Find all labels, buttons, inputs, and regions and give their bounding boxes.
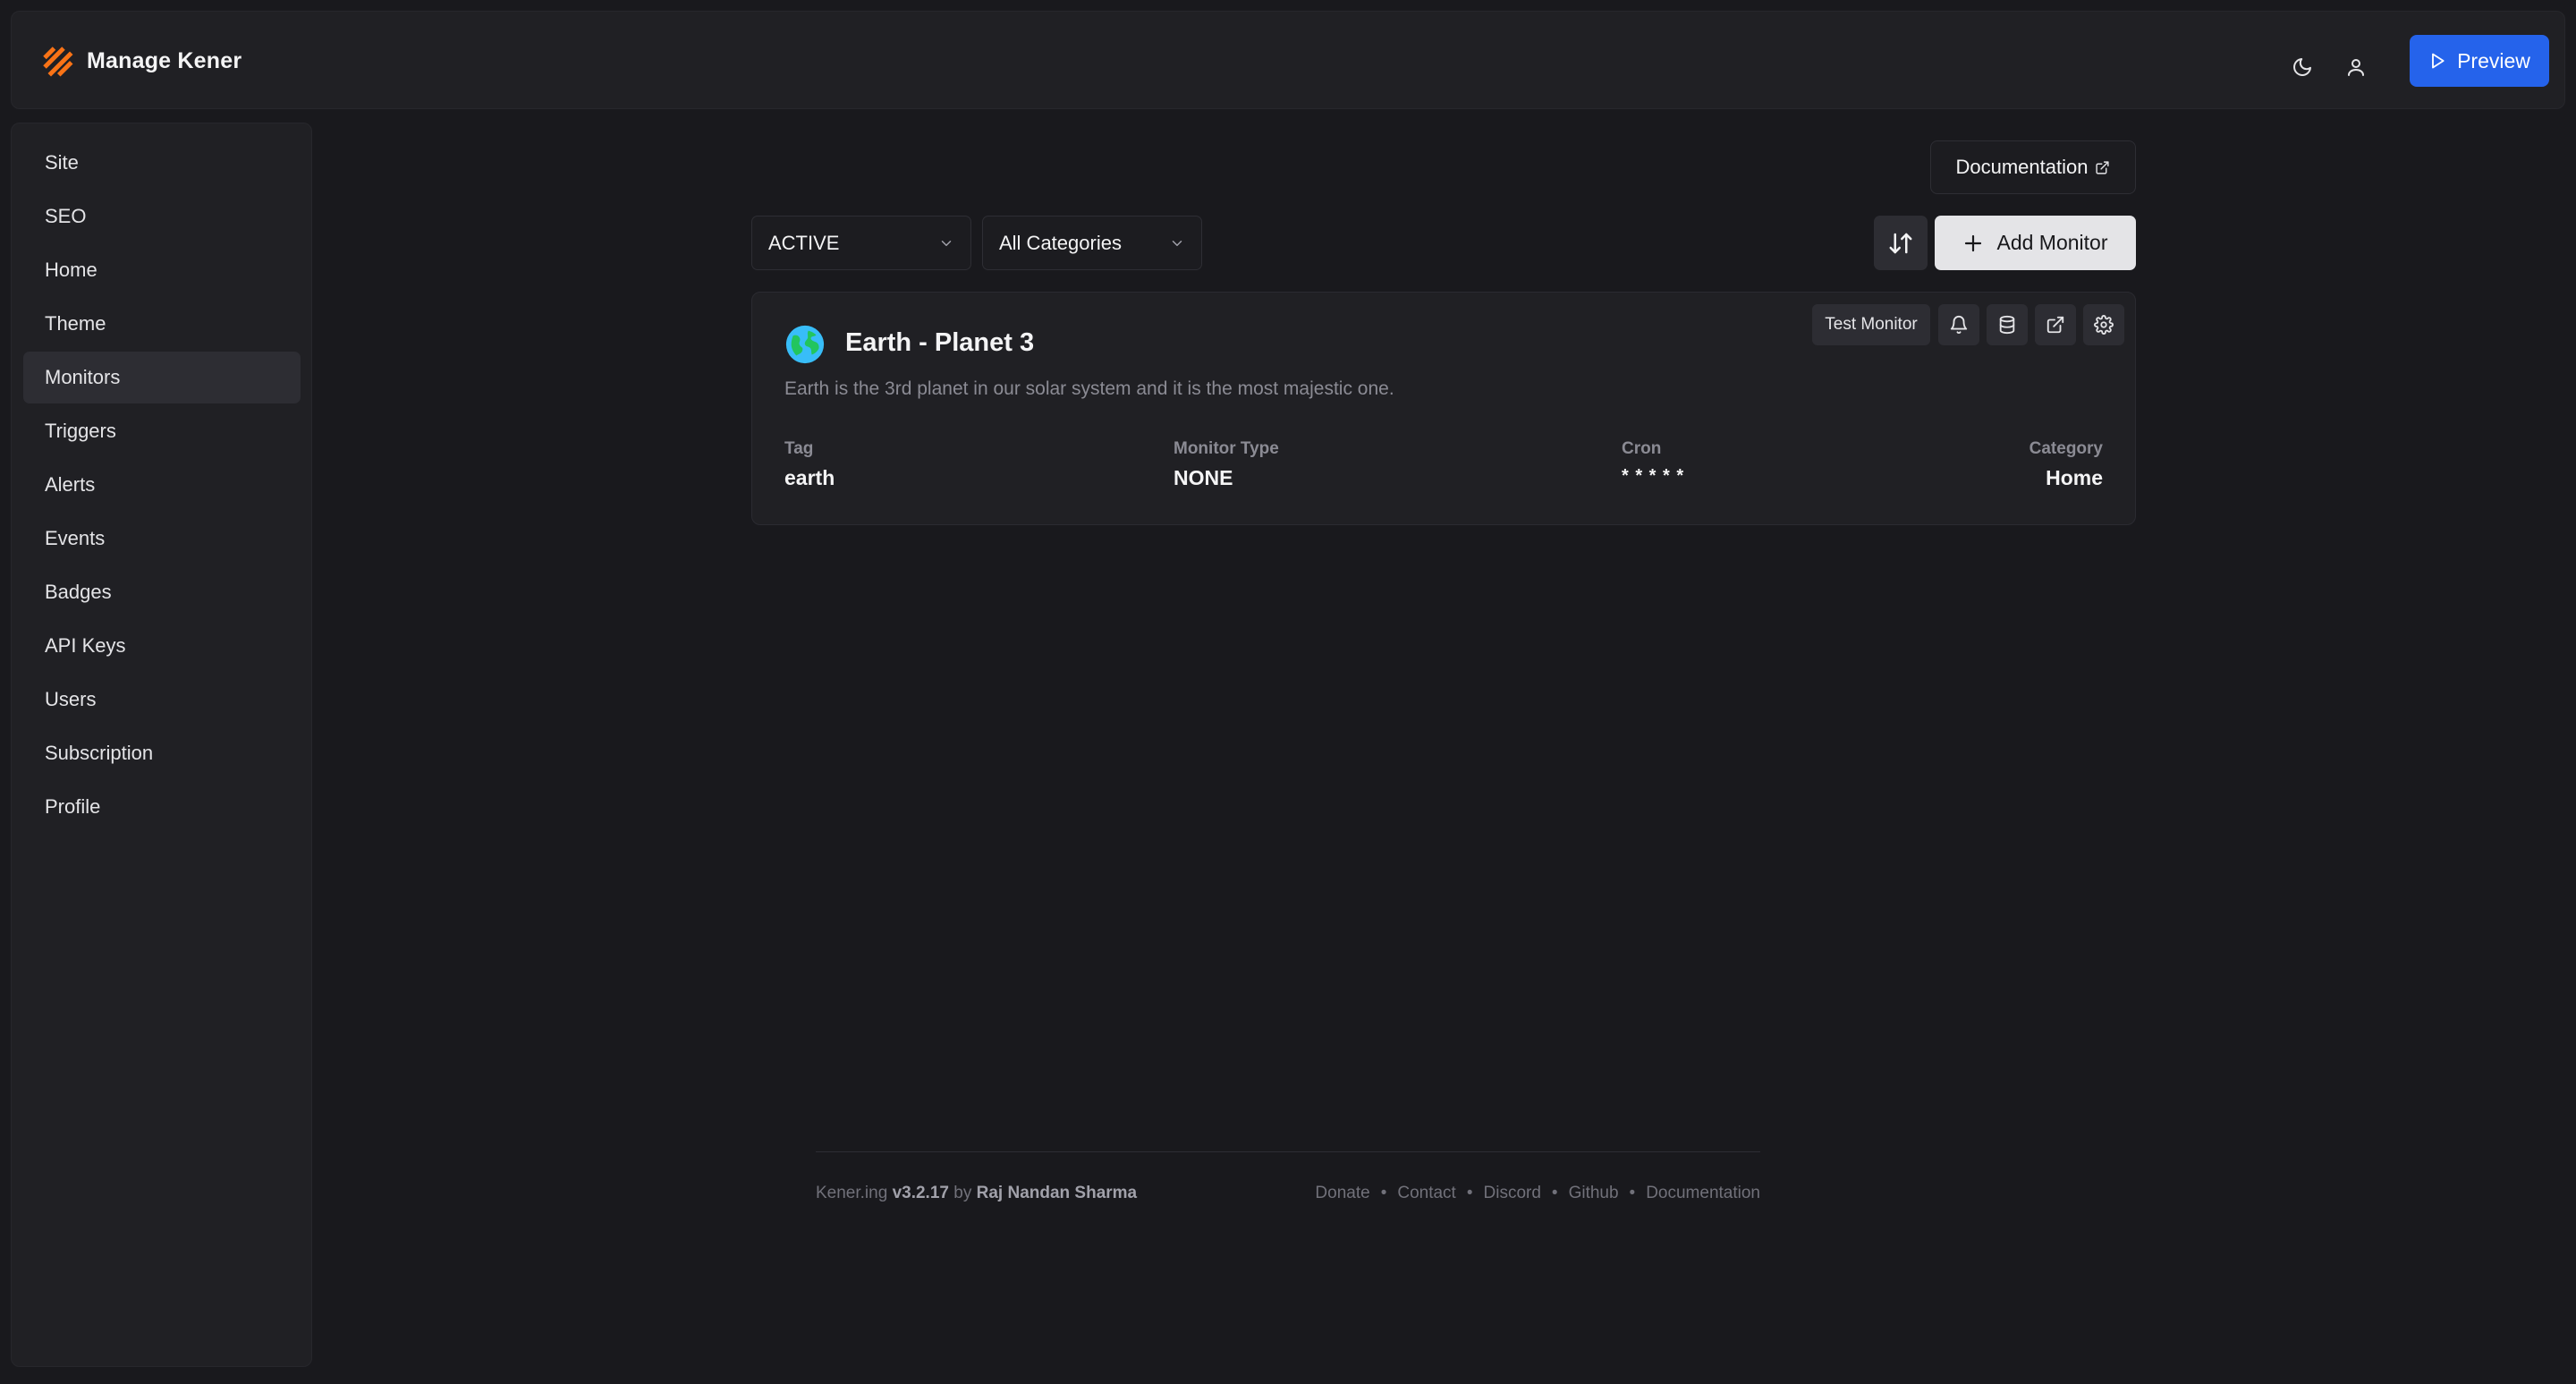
sidebar-item-label: Theme <box>45 312 106 335</box>
footer-separator: • <box>1466 1184 1473 1202</box>
footer-separator: • <box>1629 1184 1636 1202</box>
category-label: Category <box>2029 439 2103 458</box>
sidebar-item-label: Profile <box>45 795 101 818</box>
monitor-type-label: Monitor Type <box>1174 439 1279 458</box>
documentation-label: Documentation <box>1955 156 2089 178</box>
category-field: Category Home <box>2029 439 2103 490</box>
footer-links: Donate • Contact • Discord • Github • Do… <box>1315 1184 1760 1203</box>
category-filter-value: All Categories <box>999 231 1122 254</box>
sidebar-item-triggers[interactable]: Triggers <box>23 405 301 457</box>
sidebar-item-users[interactable]: Users <box>23 674 301 726</box>
bell-icon <box>1950 316 1968 335</box>
sidebar-item-label: Monitors <box>45 366 121 388</box>
app-title: Manage Kener <box>87 47 242 73</box>
documentation-button[interactable]: Documentation <box>1930 140 2136 194</box>
preview-button[interactable]: Preview <box>2410 35 2549 87</box>
sidebar-item-label: Site <box>45 151 79 174</box>
play-icon <box>2432 53 2445 69</box>
chevron-down-icon <box>941 240 952 246</box>
sidebar-item-seo[interactable]: SEO <box>23 191 301 242</box>
cron-field: Cron * * * * * <box>1622 439 1684 487</box>
status-filter-select[interactable]: ACTIVE <box>751 216 971 270</box>
app-root: Manage Kener Preview Site SEO Home Theme… <box>0 0 2576 1384</box>
sidebar-item-label: Triggers <box>45 420 116 442</box>
add-monitor-button[interactable]: Add Monitor <box>1935 216 2136 270</box>
monitor-alerts-button[interactable] <box>1938 304 1979 345</box>
footer-link-github[interactable]: Github <box>1569 1184 1619 1203</box>
monitor-title: Earth - Planet 3 <box>845 328 1035 357</box>
footer-separator: • <box>1551 1184 1558 1202</box>
sidebar-item-label: API Keys <box>45 634 126 657</box>
sidebar-item-label: Users <box>45 688 97 710</box>
monitor-type-field: Monitor Type NONE <box>1174 439 1279 490</box>
monitor-data-button[interactable] <box>1987 304 2028 345</box>
gear-icon <box>2094 315 2114 335</box>
top-header: Manage Kener Preview <box>11 11 2565 109</box>
chevron-down-icon <box>1172 240 1182 246</box>
sidebar-item-monitors[interactable]: Monitors <box>23 352 301 403</box>
sidebar: Site SEO Home Theme Monitors Triggers Al… <box>11 123 312 1367</box>
sidebar-item-alerts[interactable]: Alerts <box>23 459 301 511</box>
sidebar-item-theme[interactable]: Theme <box>23 298 301 350</box>
monitor-open-button[interactable] <box>2035 304 2076 345</box>
category-filter-select[interactable]: All Categories <box>982 216 1202 270</box>
tag-value: earth <box>784 466 835 489</box>
footer-divider <box>816 1151 1760 1152</box>
tag-label: Tag <box>784 439 814 458</box>
sidebar-item-site[interactable]: Site <box>23 137 301 189</box>
preview-label: Preview <box>2457 48 2530 72</box>
status-filter-value: ACTIVE <box>768 231 840 254</box>
sidebar-item-label: Alerts <box>45 473 96 496</box>
external-link-icon <box>2046 316 2064 334</box>
sidebar-item-api-keys[interactable]: API Keys <box>23 620 301 672</box>
sort-button[interactable] <box>1874 216 1928 270</box>
theme-toggle-button[interactable] <box>2283 47 2322 87</box>
cron-value: * * * * * <box>1622 466 1685 486</box>
sidebar-item-label: Events <box>45 527 106 549</box>
monitor-card: Earth - Planet 3 Earth is the 3rd planet… <box>751 292 2136 525</box>
cron-label: Cron <box>1622 439 1662 458</box>
sidebar-item-events[interactable]: Events <box>23 513 301 565</box>
tag-field: Tag earth <box>784 439 835 490</box>
monitor-type-value: NONE <box>1174 466 1233 489</box>
footer-link-documentation[interactable]: Documentation <box>1646 1184 1760 1203</box>
kener-logo-icon <box>43 47 73 77</box>
sidebar-item-profile[interactable]: Profile <box>23 781 301 833</box>
footer-brand[interactable]: Kener.ing <box>816 1184 887 1202</box>
globe-icon <box>785 325 825 364</box>
sidebar-item-label: SEO <box>45 205 87 227</box>
footer-link-donate[interactable]: Donate <box>1315 1184 1369 1203</box>
footer-separator: • <box>1380 1184 1387 1202</box>
sidebar-item-home[interactable]: Home <box>23 244 301 296</box>
footer-author[interactable]: Raj Nandan Sharma <box>977 1184 1138 1202</box>
add-monitor-label: Add Monitor <box>1996 231 2108 254</box>
test-monitor-label: Test Monitor <box>1825 315 1918 334</box>
footer-link-discord[interactable]: Discord <box>1484 1184 1541 1203</box>
moon-icon <box>2293 58 2311 76</box>
user-icon <box>2348 59 2364 76</box>
footer-version: v3.2.17 <box>892 1184 949 1202</box>
footer-link-contact[interactable]: Contact <box>1397 1184 1455 1203</box>
test-monitor-button[interactable]: Test Monitor <box>1812 304 1930 345</box>
sidebar-item-label: Badges <box>45 581 112 603</box>
footer-credits: Kener.ing v3.2.17 by Raj Nandan Sharma <box>816 1184 1137 1203</box>
brand[interactable]: Manage Kener <box>38 40 242 81</box>
sort-arrows-icon <box>1889 233 1912 253</box>
sidebar-item-badges[interactable]: Badges <box>23 566 301 618</box>
sidebar-item-label: Home <box>45 259 97 281</box>
user-menu-button[interactable] <box>2336 47 2376 87</box>
external-link-icon <box>2096 160 2110 174</box>
monitor-description: Earth is the 3rd planet in our solar sys… <box>784 378 1394 399</box>
monitor-settings-button[interactable] <box>2083 304 2124 345</box>
footer-by: by <box>953 1184 972 1202</box>
plus-icon <box>1965 234 1982 251</box>
sidebar-item-label: Subscription <box>45 742 154 764</box>
category-value: Home <box>2046 466 2103 489</box>
sidebar-item-subscription[interactable]: Subscription <box>23 727 301 779</box>
database-icon <box>1999 315 2015 335</box>
